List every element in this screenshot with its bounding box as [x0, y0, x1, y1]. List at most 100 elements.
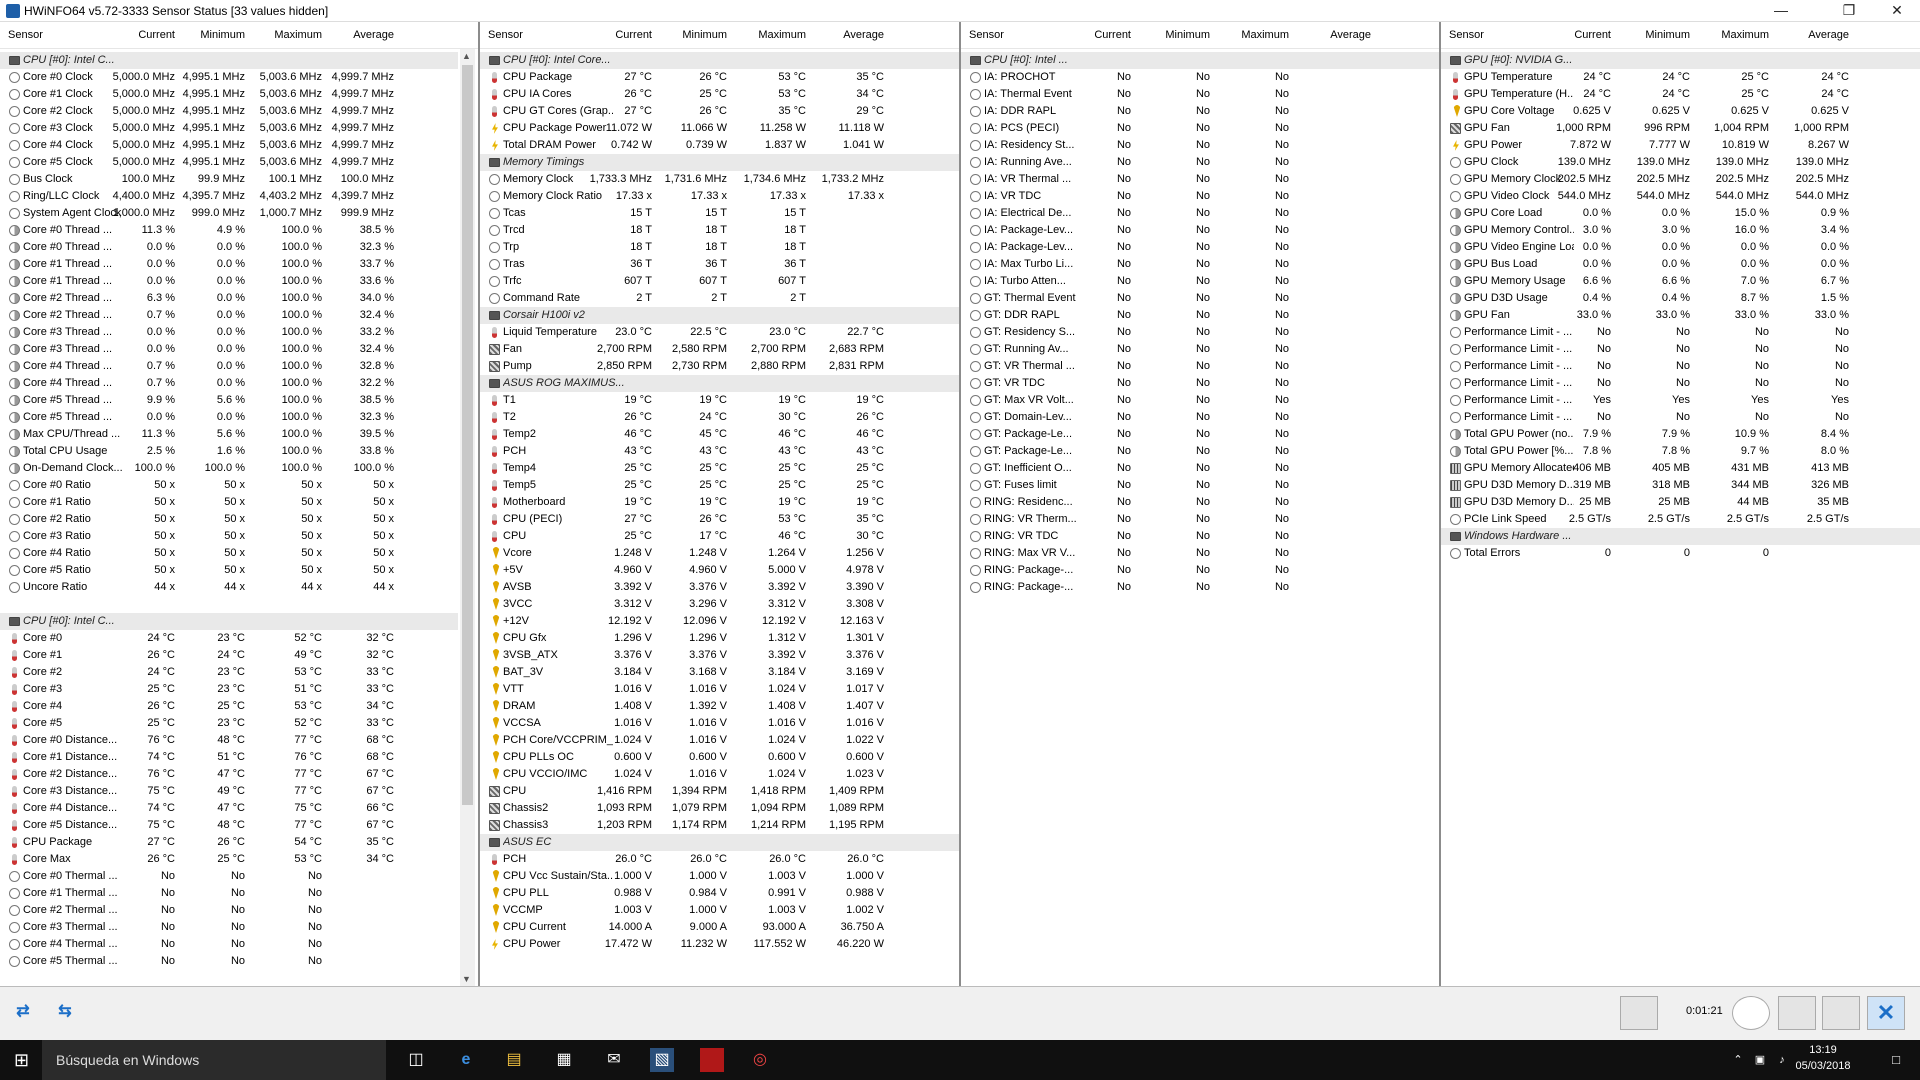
sensor-row[interactable]: CPU (PECI) 27 °C 26 °C 53 °C 35 °C — [480, 511, 959, 528]
sensor-row[interactable]: Core #2 Distance... 76 °C 47 °C 77 °C 67 °C — [0, 766, 458, 783]
sensor-row[interactable]: CPU GT Cores (Grap... 27 °C 26 °C 35 °C 29 °… — [480, 103, 959, 120]
column-header-sensor[interactable]: Sensor — [1449, 29, 1484, 41]
sensor-row[interactable]: On-Demand Clock... 100.0 % 100.0 % 100.0 % 1… — [0, 460, 458, 477]
sensor-row[interactable]: CPU Gfx 1.296 V 1.296 V 1.312 V 1.301 V — [480, 630, 959, 647]
sensor-row[interactable]: Core #3 Thread ... 0.0 % 0.0 % 100.0 % 32.4 … — [0, 341, 458, 358]
column-header-current[interactable]: Current — [1071, 29, 1131, 41]
sensor-row[interactable]: RING: Residenc... No No No — [961, 494, 1439, 511]
sensor-row[interactable]: Performance Limit - ... Yes Yes Yes Yes — [1441, 392, 1920, 409]
sensor-row[interactable]: Core #3 Thermal ... No No No — [0, 919, 458, 936]
sensor-row[interactable]: System Agent Clock 1,000.0 MHz 999.0 MHz 1,… — [0, 205, 458, 222]
sensor-row[interactable]: GT: Thermal Event No No No — [961, 290, 1439, 307]
sensor-row[interactable]: Performance Limit - ... No No No No — [1441, 409, 1920, 426]
sensor-row[interactable]: Core #3 25 °C 23 °C 51 °C 33 °C — [0, 681, 458, 698]
sensor-row[interactable]: RING: Max VR V... No No No — [961, 545, 1439, 562]
navigate-left-icon[interactable]: ⇄ — [6, 999, 40, 1025]
column-header-minimum[interactable]: Minimum — [1630, 29, 1690, 41]
sensor-row[interactable]: GPU Power 7.872 W 7.777 W 10.819 W 8.267 W — [1441, 137, 1920, 154]
sensor-row[interactable]: GPU Memory Allocated 406 MB 405 MB 431 MB 41… — [1441, 460, 1920, 477]
sensor-group-header[interactable]: CPU [#0]: Intel C... — [0, 613, 458, 630]
sensor-row[interactable]: Core #4 Thermal ... No No No — [0, 936, 458, 953]
sensor-row[interactable]: Temp5 25 °C 25 °C 25 °C 25 °C — [480, 477, 959, 494]
file-explorer-icon[interactable]: ▤ — [502, 1048, 526, 1072]
sensor-group-header[interactable]: ASUS ROG MAXIMUS... — [480, 375, 959, 392]
sensor-row[interactable]: GT: VR TDC No No No — [961, 375, 1439, 392]
sensor-row[interactable]: IA: VR Thermal ... No No No — [961, 171, 1439, 188]
sensor-row[interactable]: GT: Domain-Lev... No No No — [961, 409, 1439, 426]
sensor-row[interactable]: Core #0 Ratio 50 x 50 x 50 x 50 x — [0, 477, 458, 494]
sensor-row[interactable]: Core #0 Thread ... 0.0 % 0.0 % 100.0 % 32.3 … — [0, 239, 458, 256]
sensor-row[interactable]: Total DRAM Power 0.742 W 0.739 W 1.837 W 1.0… — [480, 137, 959, 154]
sensor-row[interactable]: IA: Residency St... No No No — [961, 137, 1439, 154]
sensor-row[interactable]: Trfc 607 T 607 T 607 T — [480, 273, 959, 290]
sensor-row[interactable]: Core #4 Clock 5,000.0 MHz 4,995.1 MHz 5,003… — [0, 137, 458, 154]
sensor-row[interactable]: AVSB 3.392 V 3.376 V 3.392 V 3.390 V — [480, 579, 959, 596]
sensor-row[interactable]: GPU D3D Memory D... 25 MB 25 MB 44 MB 35 MB — [1441, 494, 1920, 511]
sensor-row[interactable]: PCIe Link Speed 2.5 GT/s 2.5 GT/s 2.5 GT/s 2… — [1441, 511, 1920, 528]
sensor-row[interactable]: GPU Fan 33.0 % 33.0 % 33.0 % 33.0 % — [1441, 307, 1920, 324]
sensor-row[interactable]: CPU Package 27 °C 26 °C 53 °C 35 °C — [480, 69, 959, 86]
sensor-row[interactable]: Total Errors 0 0 0 — [1441, 545, 1920, 562]
sensor-row[interactable]: GT: Running Av... No No No — [961, 341, 1439, 358]
sensor-row[interactable]: Core #0 Thermal ... No No No — [0, 868, 458, 885]
sensor-row[interactable]: Core #2 24 °C 23 °C 53 °C 33 °C — [0, 664, 458, 681]
sensor-row[interactable]: IA: Package-Lev... No No No — [961, 222, 1439, 239]
sensor-row[interactable]: Core #4 26 °C 25 °C 53 °C 34 °C — [0, 698, 458, 715]
sensor-row[interactable]: +5V 4.960 V 4.960 V 5.000 V 4.978 V — [480, 562, 959, 579]
sensor-row[interactable]: 3VCC 3.312 V 3.296 V 3.312 V 3.308 V — [480, 596, 959, 613]
sensor-row[interactable]: GPU D3D Usage 0.4 % 0.4 % 8.7 % 1.5 % — [1441, 290, 1920, 307]
scroll-down-icon[interactable]: ▼ — [462, 974, 471, 984]
sensor-row[interactable]: GPU Memory Control... 3.0 % 3.0 % 16.0 % 3.4… — [1441, 222, 1920, 239]
column-header-sensor[interactable]: Sensor — [488, 29, 523, 41]
sensor-group-header[interactable]: ASUS EC — [480, 834, 959, 851]
minimize-button[interactable]: — — [1758, 0, 1804, 22]
edge-icon[interactable]: e — [454, 1048, 478, 1072]
sensor-group-header[interactable]: CPU [#0]: Intel ... — [961, 52, 1439, 69]
sensor-row[interactable]: IA: Thermal Event No No No — [961, 86, 1439, 103]
sensor-row[interactable]: GPU Bus Load 0.0 % 0.0 % 0.0 % 0.0 % — [1441, 256, 1920, 273]
column-header-sensor[interactable]: Sensor — [8, 29, 43, 41]
sensor-row[interactable]: Core #5 Thread ... 0.0 % 0.0 % 100.0 % 32.3 … — [0, 409, 458, 426]
sensor-row[interactable]: +12V 12.192 V 12.096 V 12.192 V 12.163 V — [480, 613, 959, 630]
column-header-average[interactable]: Average — [824, 29, 884, 41]
hwinfo-taskbar-icon[interactable]: ▧ — [650, 1048, 674, 1072]
sensor-row[interactable]: GT: Residency S... No No No — [961, 324, 1439, 341]
sensor-row[interactable]: Performance Limit - ... No No No No — [1441, 358, 1920, 375]
sensor-row[interactable]: VCCMP 1.003 V 1.000 V 1.003 V 1.002 V — [480, 902, 959, 919]
sensor-group-header[interactable]: Corsair H100i v2 — [480, 307, 959, 324]
sensor-row[interactable]: Trcd 18 T 18 T 18 T — [480, 222, 959, 239]
sensor-row[interactable]: Core #0 Thread ... 11.3 % 4.9 % 100.0 % 38.5… — [0, 222, 458, 239]
sensor-row[interactable]: Core #2 Thread ... 6.3 % 0.0 % 100.0 % 34.0 … — [0, 290, 458, 307]
sensor-row[interactable]: CPU 1,416 RPM 1,394 RPM 1,418 RPM 1,409 RPM — [480, 783, 959, 800]
sensor-row[interactable]: Total GPU Power [%... 7.8 % 7.8 % 9.7 % 8.0 … — [1441, 443, 1920, 460]
sensor-row[interactable]: Core #5 Thread ... 9.9 % 5.6 % 100.0 % 38.5 … — [0, 392, 458, 409]
column-header-maximum[interactable]: Maximum — [1229, 29, 1289, 41]
sensor-row[interactable]: Core #5 Thermal ... No No No — [0, 953, 458, 970]
sensor-row[interactable]: IA: PCS (PECI) No No No — [961, 120, 1439, 137]
close-window-button[interactable]: ✕ — [1874, 0, 1920, 22]
sensor-row[interactable]: GT: Max VR Volt... No No No — [961, 392, 1439, 409]
sensor-row[interactable]: PCH 26.0 °C 26.0 °C 26.0 °C 26.0 °C — [480, 851, 959, 868]
sensor-row[interactable]: Performance Limit - ... No No No No — [1441, 324, 1920, 341]
sensor-row[interactable]: GPU Temperature (H... 24 °C 24 °C 25 °C 24 °… — [1441, 86, 1920, 103]
sensor-row[interactable]: GT: Package-Le... No No No — [961, 443, 1439, 460]
sensor-row[interactable]: CPU Power 17.472 W 11.232 W 117.552 W 46.220… — [480, 936, 959, 953]
sensor-row[interactable]: GPU Memory Usage 6.6 % 6.6 % 7.0 % 6.7 % — [1441, 273, 1920, 290]
store-icon[interactable]: ▦ — [552, 1048, 576, 1072]
sensor-row[interactable]: CPU Package Power 11.072 W 11.066 W 11.258 … — [480, 120, 959, 137]
sensor-row[interactable]: Command Rate 2 T2 T2 T — [480, 290, 959, 307]
sensor-row[interactable]: VCCSA 1.016 V 1.016 V 1.016 V 1.016 V — [480, 715, 959, 732]
sensor-row[interactable]: GPU Fan 1,000 RPM 996 RPM 1,004 RPM 1,000 RP… — [1441, 120, 1920, 137]
sensor-row[interactable]: Chassis3 1,203 RPM 1,174 RPM 1,214 RPM 1,195… — [480, 817, 959, 834]
sensor-row[interactable]: Core #1 Thermal ... No No No — [0, 885, 458, 902]
sensor-row[interactable]: GT: Fuses limit No No No — [961, 477, 1439, 494]
add-report-icon[interactable] — [1778, 996, 1816, 1030]
sensor-row[interactable]: GT: DDR RAPL No No No — [961, 307, 1439, 324]
sensor-row[interactable]: CPU Vcc Sustain/Sta... 1.000 V 1.000 V 1.00… — [480, 868, 959, 885]
sensor-row[interactable]: GPU Clock 139.0 MHz 139.0 MHz 139.0 MHz 139.… — [1441, 154, 1920, 171]
windows-start-icon[interactable]: ⊞ — [14, 1050, 29, 1071]
sensor-row[interactable]: GT: Package-Le... No No No — [961, 426, 1439, 443]
sensor-row[interactable]: Core #1 Thread ... 0.0 % 0.0 % 100.0 % 33.6 … — [0, 273, 458, 290]
taskbar-clock[interactable]: 13:19 05/03/2018 — [1788, 1044, 1858, 1072]
column-header-current[interactable]: Current — [592, 29, 652, 41]
